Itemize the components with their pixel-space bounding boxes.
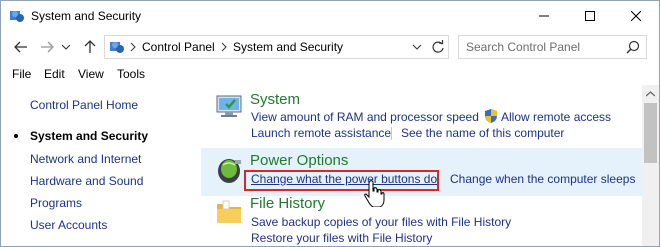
window-title: System and Security (31, 9, 142, 23)
refresh-icon[interactable] (430, 39, 446, 55)
task-restore-files[interactable]: Restore your files with File History (251, 231, 432, 245)
current-page-bullet (14, 134, 18, 138)
nav-network-and-internet[interactable]: Network and Internet (30, 152, 141, 166)
scrollbar-thumb[interactable] (644, 103, 657, 163)
task-separator (391, 127, 392, 140)
category-title-power-options[interactable]: Power Options (250, 152, 348, 169)
chevron-right-icon (130, 42, 136, 52)
control-panel-window: System and Security Control Panel System… (0, 0, 660, 247)
nav-user-accounts[interactable]: User Accounts (30, 218, 107, 232)
nav-hardware-and-sound[interactable]: Hardware and Sound (30, 174, 143, 188)
left-navigation: Control Panel Home System and Security N… (1, 85, 201, 246)
task-allow-remote-access[interactable]: Allow remote access (501, 110, 611, 124)
hand-cursor-icon (364, 180, 385, 207)
folder-icon (217, 200, 241, 223)
address-bar[interactable]: Control Panel System and Security (104, 35, 449, 59)
nav-control-panel-home[interactable]: Control Panel Home (30, 98, 138, 112)
task-save-backup[interactable]: Save backup copies of your files with Fi… (251, 215, 511, 229)
computer-icon (216, 95, 242, 117)
search-placeholder: Search Control Panel (466, 40, 581, 54)
task-see-computer-name[interactable]: See the name of this computer (401, 126, 564, 140)
scroll-up-button[interactable] (642, 85, 659, 102)
battery-icon (218, 159, 241, 183)
up-button[interactable] (80, 37, 100, 57)
category-title-system[interactable]: System (250, 91, 300, 108)
task-change-sleep[interactable]: Change when the computer sleeps (450, 172, 635, 186)
menu-edit[interactable]: Edit (44, 67, 65, 81)
maximize-button[interactable] (567, 1, 613, 31)
arrow-up-icon (84, 40, 96, 53)
task-launch-remote-assistance[interactable]: Launch remote assistance (251, 126, 391, 140)
chevron-right-icon (221, 42, 227, 52)
chevron-up-icon (646, 90, 655, 96)
vertical-scrollbar[interactable] (642, 85, 659, 246)
search-icon[interactable] (626, 40, 640, 54)
menu-file[interactable]: File (12, 67, 31, 81)
breadcrumb-system-and-security[interactable]: System and Security (233, 40, 343, 54)
title-bar: System and Security (1, 1, 659, 31)
navigation-bar: Control Panel System and Security Search… (1, 31, 659, 63)
forward-button[interactable] (37, 37, 57, 57)
nav-system-and-security: System and Security (30, 129, 149, 143)
close-icon (631, 11, 641, 21)
menu-view[interactable]: View (78, 67, 104, 81)
arrow-left-icon (14, 41, 27, 53)
search-input[interactable]: Search Control Panel (458, 35, 647, 59)
maximize-icon (585, 11, 595, 21)
back-button[interactable] (11, 37, 31, 57)
chevron-down-icon (62, 44, 70, 50)
control-panel-icon (10, 11, 24, 22)
close-button[interactable] (613, 1, 659, 31)
nav-programs[interactable]: Programs (30, 196, 82, 210)
breadcrumb-control-panel[interactable]: Control Panel (142, 40, 215, 54)
menu-bar: File Edit View Tools (1, 63, 659, 85)
chevron-down-icon[interactable] (410, 41, 424, 53)
menu-tools[interactable]: Tools (117, 67, 145, 81)
control-panel-icon (110, 42, 124, 53)
arrow-right-icon (41, 41, 54, 53)
category-list: System View amount of RAM and processor … (201, 85, 642, 246)
minimize-icon (539, 15, 549, 17)
task-view-ram[interactable]: View amount of RAM and processor speed (251, 110, 479, 124)
category-title-file-history[interactable]: File History (250, 195, 325, 212)
minimize-button[interactable] (521, 1, 567, 31)
shield-icon (485, 109, 497, 123)
recent-locations-button[interactable] (59, 37, 73, 57)
annotation-highlight-box (244, 170, 439, 191)
